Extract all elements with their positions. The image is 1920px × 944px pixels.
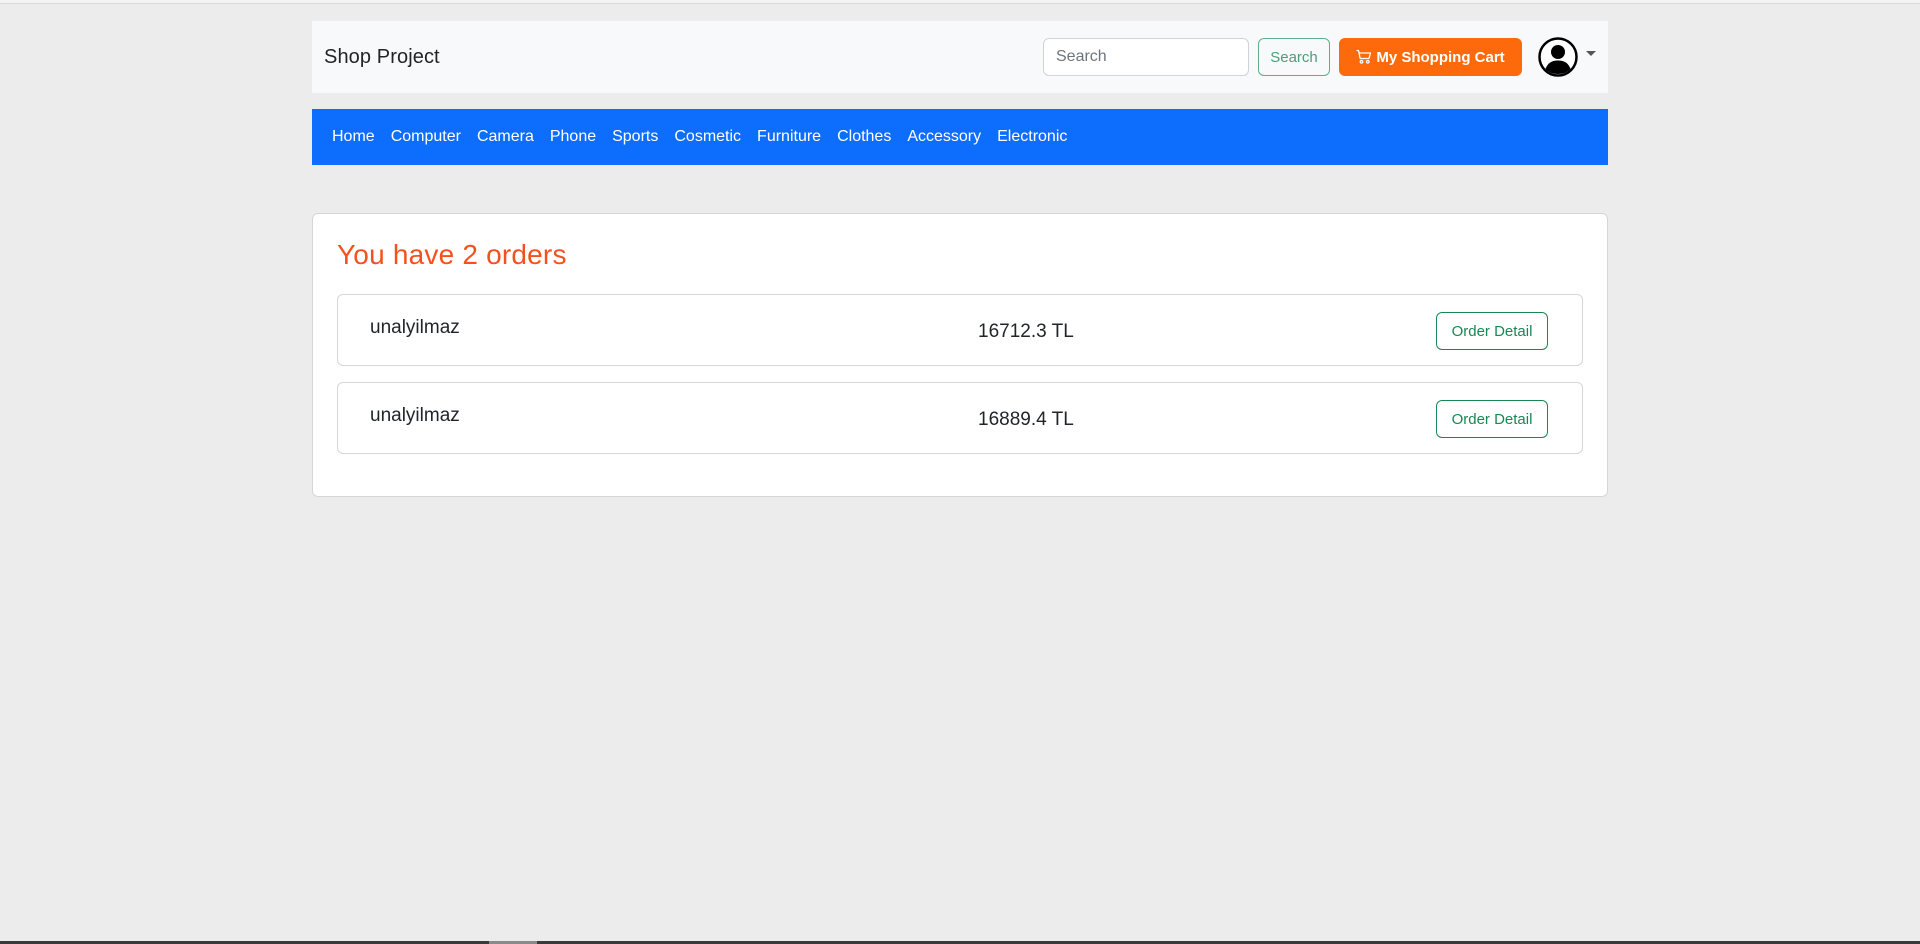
- category-link-electronic[interactable]: Electronic: [997, 128, 1067, 146]
- profile-dropdown-toggle[interactable]: [1538, 37, 1596, 77]
- category-link-accessory[interactable]: Accessory: [907, 128, 981, 146]
- order-total: 16712.3 TL: [978, 321, 1074, 342]
- order-username: unalyilmaz: [370, 405, 460, 426]
- category-link-clothes[interactable]: Clothes: [837, 128, 891, 146]
- category-link-home[interactable]: Home: [332, 128, 375, 146]
- category-link-furniture[interactable]: Furniture: [757, 128, 821, 146]
- order-detail-button[interactable]: Order Detail: [1436, 400, 1548, 438]
- navbar-actions: Search My Shopping Cart: [1043, 37, 1596, 77]
- orders-card: You have 2 orders unalyilmaz 16712.3 TL …: [312, 213, 1608, 497]
- category-link-phone[interactable]: Phone: [550, 128, 596, 146]
- order-detail-button[interactable]: Order Detail: [1436, 312, 1548, 350]
- chevron-down-icon: [1586, 50, 1596, 56]
- category-link-computer[interactable]: Computer: [391, 128, 461, 146]
- category-link-cosmetic[interactable]: Cosmetic: [674, 128, 741, 146]
- search-input[interactable]: [1043, 38, 1249, 76]
- category-link-sports[interactable]: Sports: [612, 128, 658, 146]
- order-username: unalyilmaz: [370, 317, 460, 338]
- user-avatar-icon: [1538, 37, 1578, 77]
- category-link-camera[interactable]: Camera: [477, 128, 534, 146]
- top-navbar: Shop Project Search My Shopping Cart: [312, 21, 1608, 93]
- orders-title: You have 2 orders: [337, 239, 567, 270]
- order-row: unalyilmaz 16712.3 TL Order Detail: [337, 294, 1583, 366]
- category-navbar: Home Computer Camera Phone Sports Cosmet…: [312, 109, 1608, 165]
- shopping-cart-button[interactable]: My Shopping Cart: [1339, 38, 1522, 76]
- order-row: unalyilmaz 16889.4 TL Order Detail: [337, 382, 1583, 454]
- page-container: Shop Project Search My Shopping Cart: [312, 21, 1608, 497]
- cart-icon: [1356, 49, 1372, 65]
- cart-button-label: My Shopping Cart: [1376, 48, 1505, 66]
- browser-top-edge: [0, 0, 1920, 4]
- brand-link[interactable]: Shop Project: [324, 46, 440, 69]
- order-total: 16889.4 TL: [978, 409, 1074, 430]
- search-button[interactable]: Search: [1258, 38, 1330, 76]
